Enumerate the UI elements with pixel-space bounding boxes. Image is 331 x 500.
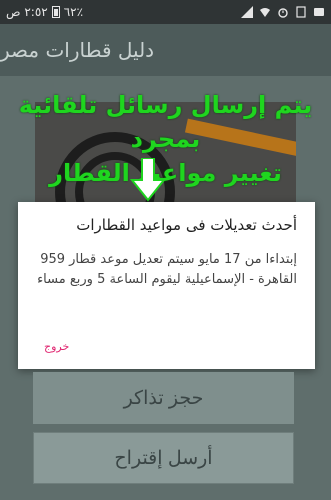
battery-icon — [51, 6, 60, 18]
app-bar: دليل قطارات مصر — [0, 24, 331, 76]
send-suggestion-button[interactable]: أرسل إقتراح — [33, 432, 294, 484]
down-arrow-icon — [129, 158, 167, 202]
status-time: ٢:٥٢ ص — [6, 5, 48, 19]
app-title: دليل قطارات مصر — [0, 38, 155, 62]
dialog-title: أحدث تعديلات فى مواعيد القطارات — [76, 216, 297, 234]
signal-icon — [241, 6, 253, 18]
dialog-message: إبتداءا من 17 مايو سيتم تعديل موعد قطار … — [37, 252, 297, 287]
exit-button[interactable]: خروج — [44, 340, 69, 353]
battery-percent: ٦٢٪ — [63, 5, 84, 19]
update-dialog: أحدث تعديلات فى مواعيد القطارات إبتداءا … — [18, 202, 315, 369]
alarm-icon — [278, 8, 288, 18]
status-bar: ٢:٥٢ ص ٦٢٪ — [0, 0, 331, 24]
wifi-icon — [260, 8, 270, 17]
promo-line-1: يتم إرسال رسائل تلقائية بمجرد — [18, 91, 313, 153]
book-tickets-button[interactable]: حجز تذاكر — [33, 372, 294, 424]
notification-icon — [314, 8, 324, 16]
sim-icon — [296, 6, 306, 18]
